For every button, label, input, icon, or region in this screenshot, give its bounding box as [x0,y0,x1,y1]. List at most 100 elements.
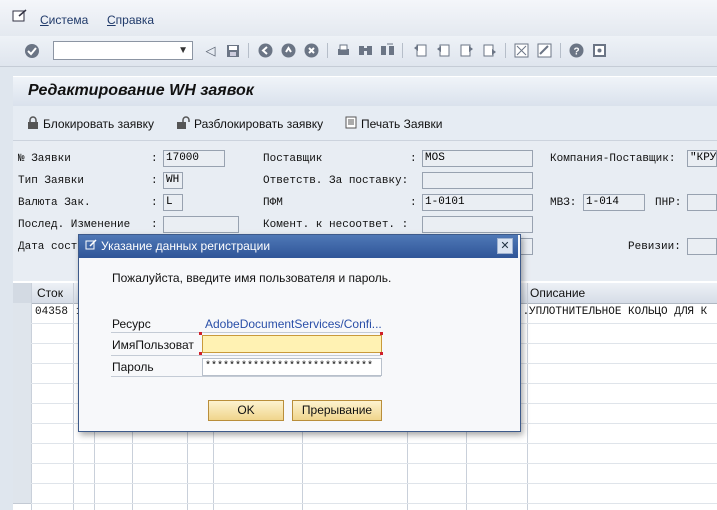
cancel-button[interactable]: Прерывание [292,400,382,421]
row-selector[interactable] [13,483,31,504]
row-divider [13,503,717,504]
unlock-order-button[interactable]: Разблокировать заявку [176,116,323,132]
row-selector[interactable] [13,303,31,324]
row-selector[interactable] [13,443,31,464]
revisions-label: Ревизии: [628,241,681,253]
focus-marker [199,332,202,335]
supplier-company-label: Компания-Поставщик: [550,153,676,165]
column-header-stock[interactable]: Сток [37,286,63,300]
menu-toggle-icon[interactable] [12,9,28,23]
pfm-field[interactable]: 1-0101 [422,194,533,211]
next-page-icon[interactable] [458,42,475,59]
revisions-field[interactable] [687,238,717,255]
username-input[interactable] [202,335,382,353]
table-cell-description[interactable]: УПЛОТНИТЕЛЬНОЕ КОЛЬЦО ДЛЯ К [529,306,707,318]
lock-order-label: Блокировать заявку [43,117,155,131]
resource-label: Ресурс [112,317,151,331]
lock-icon [27,116,39,132]
column-header-description[interactable]: Описание [530,286,585,300]
mvz-label: МВЗ: [550,197,577,209]
colon: : [151,197,158,209]
toolbar-separator [402,43,403,58]
new-session-icon[interactable] [513,42,530,59]
close-icon[interactable]: ✕ [497,238,513,254]
enter-icon[interactable] [23,42,40,59]
currency-field[interactable]: L [163,194,183,211]
row-selector[interactable] [13,383,31,404]
unlock-order-label: Разблокировать заявку [194,117,324,131]
print-icon[interactable] [335,42,352,59]
divider [111,376,381,377]
pnr-field[interactable] [687,194,717,211]
toolbar-separator [327,43,328,58]
chevron-down-icon[interactable]: ▼ [178,45,188,56]
dialog-prompt: Пожалуйста, введите имя пользователя и п… [112,271,392,285]
column-divider [31,283,32,510]
last-change-label: Послед. Изменение [18,219,131,231]
help-icon[interactable]: ? [568,42,585,59]
column-divider [73,283,74,510]
colon: : [410,153,417,165]
first-page-icon[interactable] [412,42,429,59]
command-field[interactable]: ▼ [53,41,193,60]
row-selector[interactable] [13,423,31,444]
cancel-icon[interactable] [303,42,320,59]
toolbar-separator [505,43,506,58]
responsible-label: Ответств. За поставку: [263,175,409,187]
dialog-title: Указание данных регистрации [101,239,271,253]
supplier-company-field[interactable]: "КРУ [687,150,717,167]
colon: : [151,175,158,187]
mvz-field[interactable]: 1-014 [583,194,645,211]
print-orders-button[interactable]: Печать Заявки [345,116,442,132]
nav-back-icon[interactable] [257,42,274,59]
find-icon[interactable] [357,42,374,59]
divider [111,355,381,356]
row-selector[interactable] [13,363,31,384]
save-icon[interactable] [224,42,241,59]
svg-text:?: ? [574,47,580,58]
pnr-label: ПНР: [655,197,682,209]
row-selector[interactable] [13,323,31,344]
menu-help[interactable]: Справка [107,13,154,27]
dialog-window-icon [85,239,97,251]
select-all-cell[interactable] [13,283,31,303]
last-change-field[interactable] [163,216,239,233]
lock-order-button[interactable]: Блокировать заявку [27,116,154,132]
row-selector[interactable] [13,463,31,484]
order-type-label: Тип Заявки [18,175,85,187]
order-no-field[interactable]: 17000 [163,150,225,167]
menu-system[interactable]: Система [40,13,88,27]
currency-label: Валюта Зак. [18,197,91,209]
customize-layout-icon[interactable] [591,42,608,59]
table-cell-stock[interactable]: 04358 [35,306,68,318]
prev-page-icon[interactable] [435,42,452,59]
username-label: ИмяПользоват [112,338,194,352]
exit-icon[interactable] [280,42,297,59]
password-input[interactable]: **************************** [202,358,382,376]
last-page-icon[interactable] [481,42,498,59]
find-next-icon[interactable] [379,42,396,59]
nonconformity-comment-label: Комент. к несоответ. : [263,219,409,231]
row-divider [13,483,717,484]
toolbar-separator [248,43,249,58]
date-label: Дата сост [18,241,78,253]
row-selector[interactable] [13,403,31,424]
responsible-field[interactable] [422,172,533,189]
toolbar-separator [560,43,561,58]
password-label: Пароль [112,360,154,374]
nonconformity-comment-field[interactable] [422,216,533,233]
ok-button[interactable]: OK [208,400,284,421]
print-orders-label: Печать Заявки [361,117,443,131]
colon: : [410,197,417,209]
pfm-label: ПФМ [263,197,283,209]
row-selector[interactable] [13,343,31,364]
order-no-label: № Заявки [18,153,71,165]
back-arrow-icon[interactable]: ◁ [202,42,219,59]
colon: : [151,219,158,231]
shortcut-icon[interactable] [536,42,553,59]
document-print-icon [345,116,357,132]
row-divider [13,463,717,464]
supplier-field[interactable]: MOS [422,150,533,167]
page-title: Редактирование WH заявок [28,82,254,99]
order-type-field[interactable]: WH [163,172,183,189]
